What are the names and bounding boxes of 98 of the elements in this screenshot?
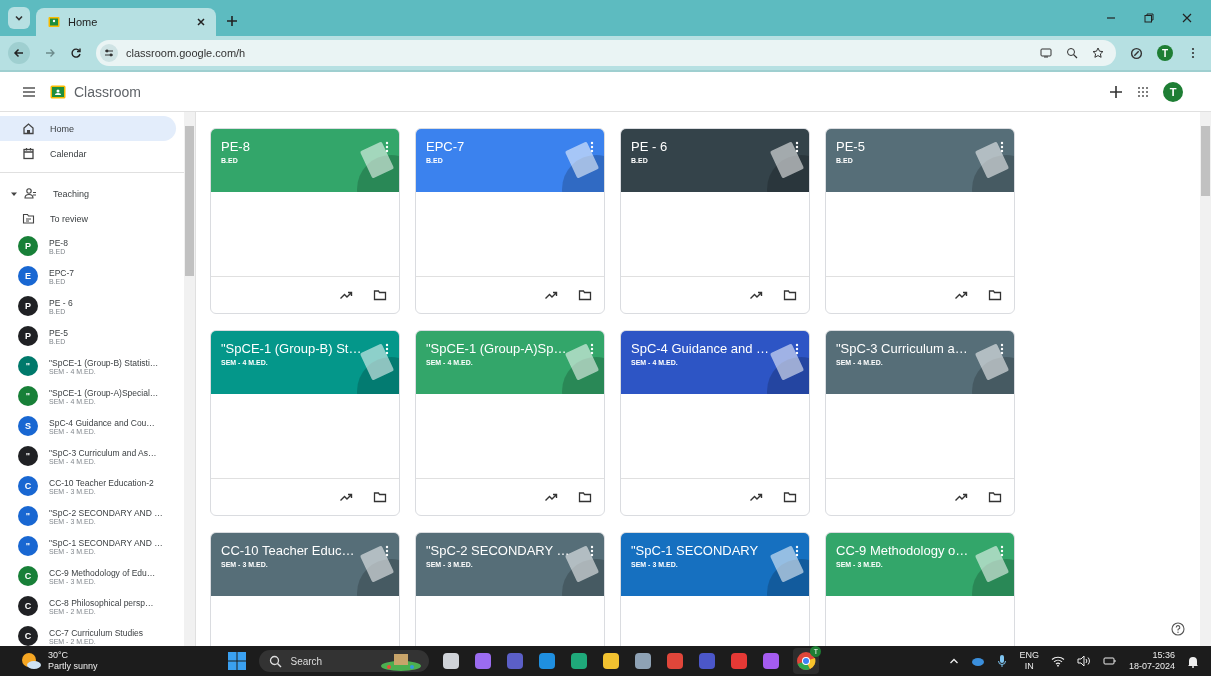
chevron-up-icon[interactable]	[949, 656, 960, 666]
class-title[interactable]: PE-8	[221, 139, 250, 154]
temperature-text: 30°C	[48, 650, 70, 661]
more-icon[interactable]	[385, 544, 389, 557]
back-icon[interactable]	[8, 42, 30, 64]
menu-icon[interactable]	[22, 85, 36, 98]
class-avatar: C	[18, 476, 38, 496]
class-name: SpC-4 Guidance and Cou…	[49, 417, 155, 428]
teaching-section-toggle[interactable]: Teaching	[0, 181, 176, 206]
nav-item[interactable]: Home	[0, 116, 176, 141]
cast-icon[interactable]	[1040, 47, 1052, 59]
speaker-icon[interactable]	[1076, 655, 1091, 667]
class-avatar: E	[18, 266, 38, 286]
classroom-logo-icon	[50, 84, 66, 99]
class-title[interactable]: "SpCE-1 (Group-B) St…	[221, 341, 362, 356]
browser-icon	[796, 651, 817, 671]
app-title[interactable]: Classroom	[74, 83, 141, 100]
class-title[interactable]: PE-5	[836, 139, 865, 154]
calendar-icon	[22, 147, 35, 160]
scrollbar[interactable]	[1200, 112, 1211, 646]
apps-grid-icon[interactable]	[1137, 85, 1149, 98]
battery-icon[interactable]	[1102, 655, 1117, 667]
class-avatar: C	[18, 626, 38, 646]
zoom-icon[interactable]	[1066, 47, 1078, 59]
class-avatar: "	[18, 356, 38, 376]
more-icon[interactable]	[1000, 342, 1004, 355]
class-title[interactable]: "SpC-2 SECONDARY …	[426, 543, 570, 558]
clock[interactable]: 15:36 18-07-2024	[1128, 650, 1175, 672]
class-avatar: P	[18, 296, 38, 316]
class-title[interactable]: "SpC-3 Curriculum a…	[836, 341, 968, 356]
more-icon[interactable]	[1000, 140, 1004, 153]
more-icon[interactable]	[795, 140, 799, 153]
cloud-icon[interactable]	[971, 655, 986, 667]
class-avatar: C	[18, 566, 38, 586]
taskbar-search-field[interactable]: Search	[259, 650, 430, 672]
tab-title: Home	[68, 16, 99, 28]
close-icon[interactable]	[1181, 12, 1193, 24]
class-avatar: C	[18, 596, 38, 616]
class-name: "SpCE-1 (Group-B) Statisti…	[49, 357, 159, 368]
browser-tab[interactable]: Home	[36, 8, 216, 36]
sun-cloud-icon	[20, 651, 42, 671]
class-title[interactable]: EPC-7	[426, 139, 465, 154]
language-indicator[interactable]: ENG IN	[1019, 650, 1039, 672]
class-avatar: "	[18, 506, 38, 526]
class-name: CC-7 Curriculum Studies	[49, 627, 143, 638]
close-icon[interactable]	[196, 17, 206, 27]
class-title[interactable]: CC-10 Teacher Educ…	[221, 543, 355, 558]
class-title[interactable]: "SpCE-1 (Group-A)Sp…	[426, 341, 567, 356]
class-name: "SpC-2 SECONDARY AND …	[49, 507, 163, 518]
classroom-logo-icon	[48, 16, 60, 28]
class-title[interactable]: CC-9 Methodology o…	[836, 543, 969, 558]
to-review-item[interactable]: To review	[0, 206, 176, 231]
star-icon[interactable]	[1092, 47, 1104, 59]
plus-icon[interactable]	[1109, 84, 1123, 99]
class-avatar: P	[18, 326, 38, 346]
extensions-icon[interactable]	[1130, 46, 1143, 60]
class-name: CC-8 Philosophical persp…	[49, 597, 154, 608]
profile-avatar[interactable]: T	[1157, 45, 1173, 61]
account-avatar[interactable]: T	[1163, 81, 1183, 102]
class-avatar: "	[18, 446, 38, 466]
class-avatar: S	[18, 416, 38, 436]
class-avatar: P	[18, 236, 38, 256]
class-title[interactable]: "SpC-1 SECONDARY	[631, 543, 759, 558]
class-name: "SpCE-1 (Group-A)Special…	[49, 387, 159, 398]
class-name: PE-8	[49, 237, 68, 248]
site-settings-icon	[100, 44, 118, 62]
class-name: PE-5	[49, 327, 68, 338]
bell-icon[interactable]	[1187, 654, 1199, 668]
class-name: PE - 6	[49, 297, 73, 308]
class-name: EPC-7	[49, 267, 75, 278]
wifi-icon[interactable]	[1050, 655, 1065, 667]
chevron-down-icon	[14, 13, 24, 23]
class-name: CC-9 Methodology of Edu…	[49, 567, 156, 578]
tab-list-button[interactable]	[8, 7, 30, 29]
class-name: CC-10 Teacher Education-2	[49, 477, 154, 488]
restore-icon[interactable]	[1143, 12, 1155, 24]
address-field[interactable]: classroom.google.com/h	[96, 40, 1116, 66]
microphone-icon[interactable]	[997, 654, 1008, 668]
weather-text: Partly sunny	[48, 661, 98, 672]
more-icon[interactable]	[590, 544, 594, 557]
class-name: "SpC-1 SECONDARY AND …	[49, 537, 163, 548]
search-icon	[269, 654, 283, 668]
class-avatar: "	[18, 536, 38, 556]
weather-widget[interactable]: 30°C Partly sunny	[20, 650, 98, 672]
class-title[interactable]: SpC-4 Guidance and …	[631, 341, 770, 356]
more-icon[interactable]	[795, 342, 799, 355]
new-tab-icon[interactable]	[226, 15, 238, 27]
help-icon[interactable]	[1171, 622, 1185, 636]
class-name: "SpC-3 Curriculum and As…	[49, 447, 157, 458]
start-icon[interactable]	[227, 651, 248, 671]
more-icon[interactable]	[795, 544, 799, 557]
scrollbar[interactable]	[184, 112, 195, 646]
class-avatar: "	[18, 386, 38, 406]
forward-icon[interactable]	[44, 47, 56, 59]
nav-item[interactable]: Calendar	[0, 141, 176, 166]
home-icon	[22, 122, 35, 135]
class-title[interactable]: PE - 6	[631, 139, 668, 154]
reload-icon[interactable]	[70, 47, 82, 59]
